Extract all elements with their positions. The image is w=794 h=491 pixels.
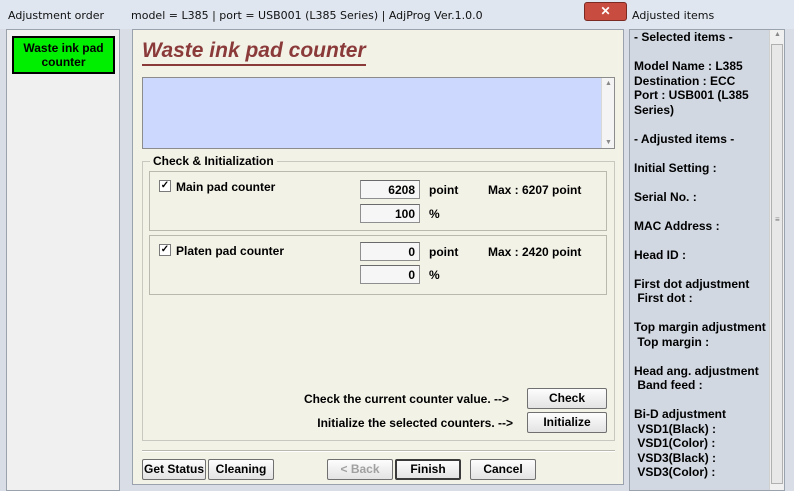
main-pad-checkbox[interactable]: ✓ (159, 180, 171, 192)
grip-icon: ≡ (775, 215, 780, 224)
check-button[interactable]: Check (527, 388, 607, 409)
initialize-hint: Initialize the selected counters. --> (317, 416, 513, 430)
platen-pad-point-unit: point (429, 245, 459, 259)
main-pad-max-label: Max : 6207 point (488, 183, 582, 197)
adjustment-order-title: Adjustment order (0, 0, 124, 29)
adjusted-item-line: Port : USB001 (L385 (634, 88, 749, 102)
platen-pad-percent-unit: % (429, 268, 440, 282)
adjusted-item-line (634, 233, 768, 248)
get-status-button[interactable]: Get Status (142, 459, 206, 480)
adjustment-item-waste-ink-pad-counter[interactable]: Waste ink pad counter (12, 36, 115, 74)
adjusted-item-line: Top margin : (634, 334, 710, 349)
main-pad-percent-field: 100 (360, 204, 420, 223)
main-pad-point-unit: point (429, 183, 459, 197)
adjusted-item-line: Head ID : (634, 247, 687, 262)
adjusted-item-line (634, 117, 768, 132)
platen-pad-point-field: 0 (360, 242, 420, 261)
adjusted-item-line: First dot : (634, 291, 693, 305)
main-window-client: Waste ink pad counter ▲ ▼ Check & Initia… (132, 29, 624, 485)
page-title: Waste ink pad counter (142, 39, 366, 66)
adjusted-item-line: VSD3(Color) : (634, 465, 716, 479)
scroll-down-icon[interactable]: ▼ (602, 139, 615, 146)
platen-pad-label: Platen pad counter (176, 244, 285, 258)
cleaning-button[interactable]: Cleaning (208, 459, 274, 480)
adjusted-item-line: Top margin adjustment (634, 320, 766, 334)
window-frame-edge (124, 485, 632, 491)
adjusted-items-panel[interactable]: - Selected items - Model Name : L385 Desti… (629, 29, 785, 491)
close-button[interactable]: ✕ (584, 2, 627, 21)
adjusted-item-line: Serial No. : (634, 189, 697, 204)
check-hint: Check the current counter value. --> (303, 392, 509, 406)
cancel-button[interactable]: Cancel (470, 459, 536, 480)
adjusted-item-line: First dot adjustment (634, 276, 750, 291)
bottom-separator (142, 450, 615, 452)
back-button[interactable]: < Back (327, 459, 393, 480)
main-pad-point-field: 6208 (360, 180, 420, 199)
adjusted-items-title: Adjusted items (632, 0, 794, 29)
adjusted-item-line: Model Name : L385 (634, 59, 743, 73)
adjusted-item-line: VSD3(Black) : (634, 450, 717, 465)
adjusted-item-line (634, 175, 768, 190)
adjusted-item-line (634, 306, 768, 321)
scroll-up-icon[interactable]: ▲ (771, 31, 784, 38)
finish-button[interactable]: Finish (395, 459, 461, 480)
adjusted-item-line (634, 204, 768, 219)
adjusted-item-line: - Selected items - (634, 30, 733, 44)
scrollbar-thumb[interactable]: ≡ (771, 44, 783, 484)
window-title: model = L385 | port = USB001 (L385 Serie… (124, 0, 632, 29)
platen-pad-frame: ✓ Platen pad counter 0 point Max : 2420 … (149, 235, 607, 295)
adjusted-item-line: Destination : ECC (634, 73, 736, 88)
adjusted-item-line: MAC Address : (634, 218, 720, 233)
adjusted-items-scrollbar[interactable]: ▲ ≡ (769, 30, 784, 490)
message-box[interactable]: ▲ ▼ (142, 77, 615, 149)
message-scrollbar[interactable]: ▲ ▼ (601, 78, 614, 148)
adjusted-item-line: - Adjusted items - (634, 131, 735, 146)
adjusted-item-line: VSD1(Color) : (634, 436, 716, 450)
adjusted-item-line: Head ang. adjustment (634, 363, 759, 378)
adjusted-item-line (634, 146, 768, 161)
adjusted-item-line: VSD1(Black) : (634, 421, 717, 436)
adjusted-item-line: Bi-D adjustment (634, 407, 727, 421)
initialize-button[interactable]: Initialize (527, 412, 607, 433)
adjustment-order-panel: Waste ink pad counter (6, 29, 120, 491)
main-pad-frame: ✓ Main pad counter 6208 point Max : 6207… (149, 171, 607, 231)
adjusted-item-line: Band feed : (634, 378, 703, 392)
platen-pad-percent-field: 0 (360, 265, 420, 284)
adjusted-item-line (634, 262, 768, 277)
scroll-up-icon[interactable]: ▲ (602, 80, 615, 87)
window-frame-edge (785, 29, 794, 491)
platen-pad-max-label: Max : 2420 point (488, 245, 582, 259)
main-pad-label: Main pad counter (176, 180, 276, 194)
group-title: Check & Initialization (150, 154, 277, 168)
adjusted-items-list: - Selected items - Model Name : L385 Desti… (634, 30, 768, 480)
adjusted-item-line: Initial Setting : (634, 160, 717, 175)
adjusted-item-line: Series) (634, 102, 675, 117)
adjusted-item-line (634, 393, 768, 408)
adjusted-item-line (634, 45, 768, 60)
main-pad-percent-unit: % (429, 207, 440, 221)
platen-pad-checkbox[interactable]: ✓ (159, 244, 171, 256)
adjusted-item-line (634, 349, 768, 364)
